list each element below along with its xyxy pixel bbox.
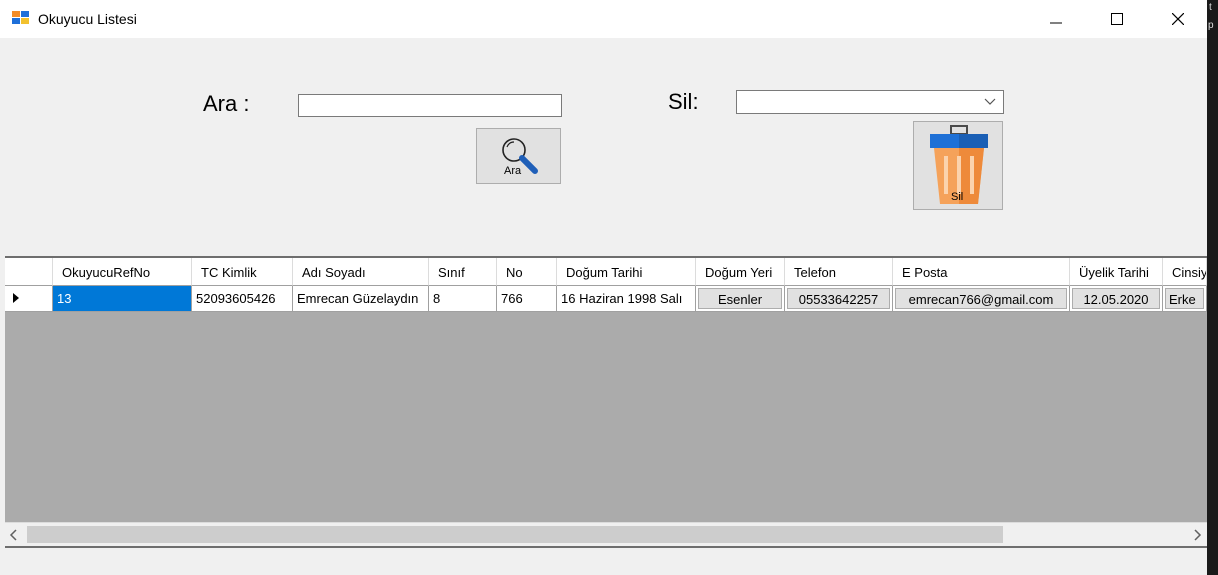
column-header-dogum-tarihi[interactable]: Doğum Tarihi xyxy=(557,258,696,286)
table-cell[interactable]: 13 xyxy=(53,286,192,312)
reader-grid[interactable]: OkuyucuRefNo TC Kimlik Adı Soyadı Sınıf … xyxy=(5,256,1207,546)
column-header-dogum-yeri[interactable]: Doğum Yeri xyxy=(696,258,785,286)
background-text: t xyxy=(1209,2,1212,13)
row-header[interactable] xyxy=(5,286,53,312)
table-cell[interactable]: 8 xyxy=(429,286,497,312)
table-cell[interactable]: 05533642257 xyxy=(785,286,893,312)
cell-button[interactable]: 05533642257 xyxy=(787,288,890,309)
background-window-strip: t p xyxy=(1207,0,1218,575)
table-cell[interactable]: Esenler xyxy=(696,286,785,312)
table-cell[interactable]: 16 Haziran 1998 Salı xyxy=(557,286,696,312)
column-header-no[interactable]: No xyxy=(497,258,557,286)
scrollbar-thumb[interactable] xyxy=(27,526,1003,543)
minimize-icon xyxy=(1050,22,1062,24)
delete-button-caption: Sil xyxy=(951,191,964,203)
close-icon xyxy=(1172,13,1184,25)
background-text: p xyxy=(1208,20,1214,31)
title-bar[interactable]: Okuyucu Listesi xyxy=(0,0,1207,38)
column-header-adi-soyadi[interactable]: Adı Soyadı xyxy=(293,258,429,286)
column-header-sinif[interactable]: Sınıf xyxy=(429,258,497,286)
delete-label: Sil: xyxy=(668,89,699,114)
app-icon xyxy=(12,11,29,24)
search-label: Ara : xyxy=(203,91,250,116)
column-header-uyelik-tarihi[interactable]: Üyelik Tarihi xyxy=(1070,258,1163,286)
search-button[interactable]: Ara xyxy=(476,128,561,184)
table-cell[interactable]: 766 xyxy=(497,286,557,312)
delete-combobox[interactable] xyxy=(736,90,1004,114)
maximize-button[interactable] xyxy=(1094,0,1140,38)
column-header-telefon[interactable]: Telefon xyxy=(785,258,893,286)
window-title: Okuyucu Listesi xyxy=(38,11,137,27)
table-cell[interactable]: Emrecan Güzelaydın xyxy=(293,286,429,312)
table-cell[interactable]: emrecan766@gmail.com xyxy=(893,286,1070,312)
close-button[interactable] xyxy=(1155,0,1201,38)
cell-button[interactable]: 12.05.2020 xyxy=(1072,288,1160,309)
search-input[interactable] xyxy=(298,94,562,117)
horizontal-scrollbar[interactable] xyxy=(5,522,1207,546)
cell-button[interactable]: Erke xyxy=(1165,288,1204,309)
scroll-right-arrow-icon[interactable] xyxy=(1192,529,1202,541)
table-cell[interactable]: Erke xyxy=(1163,286,1207,312)
cell-button[interactable]: Esenler xyxy=(698,288,782,309)
scroll-left-arrow-icon[interactable] xyxy=(9,529,19,541)
grid-bottom-border xyxy=(5,546,1207,548)
chevron-down-icon xyxy=(984,98,996,105)
table-cell[interactable]: 12.05.2020 xyxy=(1070,286,1163,312)
search-button-caption: Ara xyxy=(504,165,522,177)
column-header-tc-kimlik[interactable]: TC Kimlik xyxy=(192,258,293,286)
delete-button[interactable]: Sil xyxy=(913,121,1003,210)
row-header-corner xyxy=(5,258,53,286)
cell-button[interactable]: emrecan766@gmail.com xyxy=(895,288,1067,309)
minimize-button[interactable] xyxy=(1033,0,1079,38)
table-cell[interactable]: 52093605426 xyxy=(192,286,293,312)
maximize-icon xyxy=(1111,13,1123,25)
column-header-okuyucurefno[interactable]: OkuyucuRefNo xyxy=(53,258,192,286)
main-window: Okuyucu Listesi Ara : Ara Sil: Sil Okuyu… xyxy=(0,0,1207,575)
current-row-arrow-icon xyxy=(13,293,19,303)
column-header-cinsiyet[interactable]: Cinsiy xyxy=(1163,258,1207,286)
column-header-e-posta[interactable]: E Posta xyxy=(893,258,1070,286)
